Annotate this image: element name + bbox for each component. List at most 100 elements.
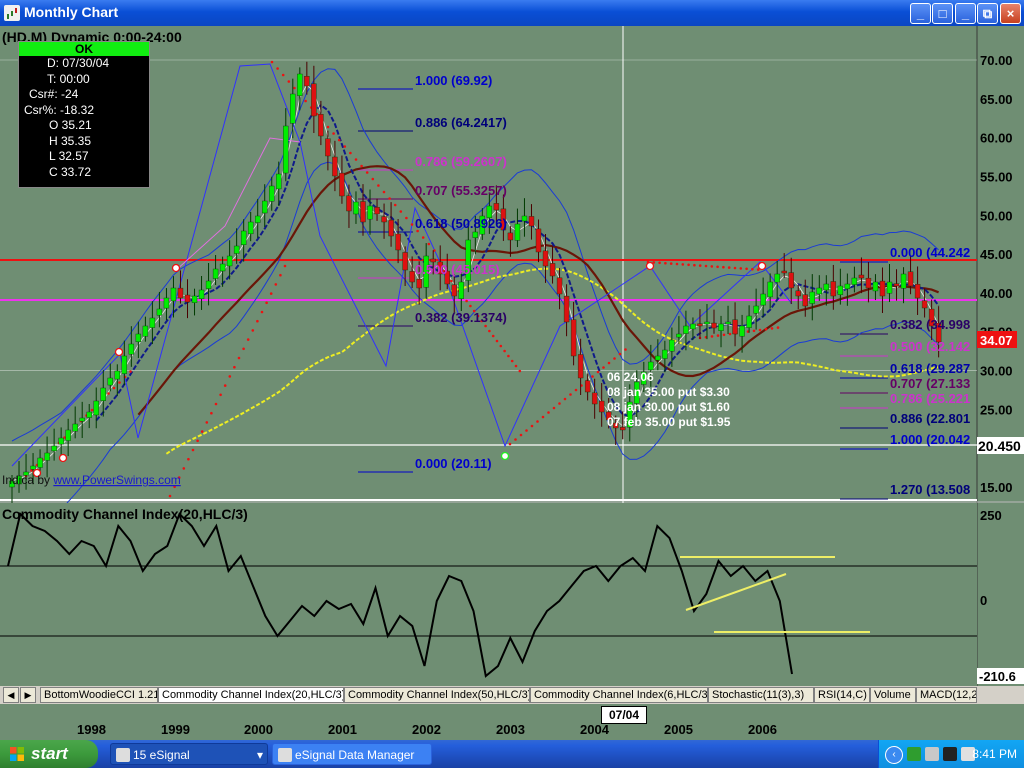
tab-cci-50[interactable]: Commodity Channel Index(50,HLC/3) bbox=[344, 687, 530, 703]
price-tick: 50.00 bbox=[980, 208, 1013, 223]
sar-dot bbox=[764, 327, 768, 331]
sar-dot bbox=[251, 329, 255, 332]
sar-dot bbox=[337, 138, 341, 142]
sar-dot bbox=[536, 420, 539, 423]
sar-dot bbox=[514, 364, 518, 368]
swing-marker bbox=[757, 261, 767, 271]
sar-dot bbox=[751, 267, 754, 271]
chart-app-icon[interactable] bbox=[4, 5, 20, 21]
sar-dot bbox=[596, 370, 600, 374]
sar-dot bbox=[658, 261, 661, 265]
fib-level-label: 0.786 (25.221 bbox=[890, 391, 970, 406]
printer-icon[interactable] bbox=[943, 747, 957, 761]
window-titlebar[interactable]: Monthly Chart _ □ _ ⧉ × bbox=[0, 0, 1024, 26]
note-line: 07 feb 35.00 put $1.95 bbox=[607, 415, 731, 429]
sar-dot bbox=[558, 402, 561, 405]
app-minimize-button[interactable]: _ bbox=[955, 3, 976, 24]
fib-level-label: 0.707 (55.3257) bbox=[415, 183, 507, 198]
sar-dot bbox=[510, 359, 514, 363]
year-label: 2003 bbox=[496, 722, 525, 737]
tab-stochastic[interactable]: Stochastic(11(3),3) bbox=[708, 687, 814, 703]
fib-level-label: 0.382 (34.998 bbox=[890, 317, 970, 332]
year-label: 2005 bbox=[664, 722, 693, 737]
sar-dot bbox=[547, 411, 550, 414]
price-tick: 15.00 bbox=[980, 480, 1013, 495]
sar-dot bbox=[514, 438, 517, 441]
powerswings-link[interactable]: www.PowerSwings.com bbox=[52, 473, 180, 487]
sar-dot bbox=[618, 352, 622, 356]
sar-dot bbox=[365, 171, 369, 174]
sar-dot bbox=[541, 415, 545, 419]
sar-dot bbox=[256, 319, 259, 323]
year-label: 2004 bbox=[580, 722, 609, 737]
window-title: Monthly Chart bbox=[24, 4, 119, 20]
app-restore-button[interactable]: ⧉ bbox=[977, 3, 998, 24]
network-icon[interactable] bbox=[907, 747, 921, 761]
price-tick: 45.00 bbox=[980, 247, 1013, 262]
sar-dot bbox=[776, 326, 780, 329]
info-high: H 35.35 bbox=[49, 133, 92, 148]
sar-dot bbox=[607, 361, 611, 365]
swing-marker bbox=[500, 451, 510, 461]
esignal-icon bbox=[116, 748, 130, 762]
chart-minimize-button[interactable]: _ bbox=[910, 3, 931, 24]
sar-dot bbox=[129, 370, 132, 373]
sar-dot bbox=[274, 283, 278, 286]
price-chart[interactable]: (HD,M) Dynamic 0:00-24:00 1.000 (69.92)0… bbox=[0, 26, 1024, 686]
price-tick: 65.00 bbox=[980, 92, 1013, 107]
swing-marker bbox=[114, 347, 124, 357]
status-badge: OK bbox=[19, 42, 149, 56]
info-cursor-pct: Csr%: -18.32 bbox=[24, 102, 95, 117]
cci-value-label: -210.6 bbox=[979, 669, 1016, 684]
sar-dot bbox=[698, 264, 702, 267]
info-time: T: 00:00 bbox=[47, 71, 90, 86]
sar-dot bbox=[191, 448, 195, 452]
sar-dot bbox=[182, 467, 186, 470]
sar-dot bbox=[196, 439, 199, 443]
info-open: O 35.21 bbox=[49, 118, 92, 132]
sar-dot bbox=[519, 433, 523, 437]
swing-marker bbox=[58, 453, 68, 463]
time-axis[interactable]: 07/04 1998 1999 2000 2001 2002 2003 2004… bbox=[0, 704, 1024, 740]
sar-dot bbox=[733, 266, 737, 270]
year-label: 2006 bbox=[748, 722, 777, 737]
sar-dot bbox=[228, 375, 232, 378]
tab-volume[interactable]: Volume bbox=[870, 687, 916, 703]
price-tick: 60.00 bbox=[980, 131, 1013, 146]
chart-maximize-button[interactable]: □ bbox=[932, 3, 953, 24]
tab-cci-20[interactable]: Commodity Channel Index(20,HLC/3) bbox=[158, 687, 344, 703]
task-esignal[interactable]: 15 eSignal ▾ bbox=[110, 743, 268, 765]
tab-cci-6[interactable]: Commodity Channel Index(6,HLC/3) bbox=[530, 687, 708, 703]
sar-dot bbox=[716, 334, 720, 337]
start-button[interactable]: start bbox=[0, 740, 98, 768]
year-label: 2002 bbox=[412, 722, 441, 737]
tab-bottomwoodiecci[interactable]: BottomWoodieCCI 1.21 bbox=[40, 687, 158, 703]
sar-dot bbox=[552, 406, 556, 410]
display-icon[interactable] bbox=[925, 747, 939, 761]
sar-dot bbox=[200, 430, 204, 433]
tab-scroll-left-icon[interactable]: ◀ bbox=[3, 687, 19, 703]
sar-dot bbox=[499, 344, 503, 348]
sar-dot bbox=[469, 304, 472, 308]
sar-dot bbox=[727, 266, 731, 269]
chevron-down-icon[interactable]: ▾ bbox=[257, 744, 263, 766]
cci-tick: 250 bbox=[980, 508, 1002, 523]
sar-dot bbox=[265, 301, 268, 305]
task-data-manager[interactable]: eSignal Data Manager bbox=[272, 743, 432, 765]
fib-level-label: 0.500 (32.142 bbox=[890, 339, 970, 354]
close-button[interactable]: × bbox=[1000, 3, 1021, 24]
sar-dot bbox=[118, 381, 121, 384]
sar-dot bbox=[304, 99, 307, 103]
sar-dot bbox=[187, 457, 190, 461]
tray-expand-icon[interactable]: ‹ bbox=[885, 746, 903, 764]
sar-dot bbox=[491, 334, 495, 338]
sar-dot bbox=[530, 424, 534, 428]
sar-dot bbox=[752, 329, 756, 333]
tab-macd[interactable]: MACD(12,2 bbox=[916, 687, 977, 703]
tab-rsi[interactable]: RSI(14,C) bbox=[814, 687, 870, 703]
sar-dot bbox=[279, 273, 282, 277]
year-label: 2001 bbox=[328, 722, 357, 737]
sar-dot bbox=[260, 310, 264, 314]
tab-scroll-right-icon[interactable]: ▶ bbox=[20, 687, 36, 703]
sar-dot bbox=[613, 357, 616, 360]
